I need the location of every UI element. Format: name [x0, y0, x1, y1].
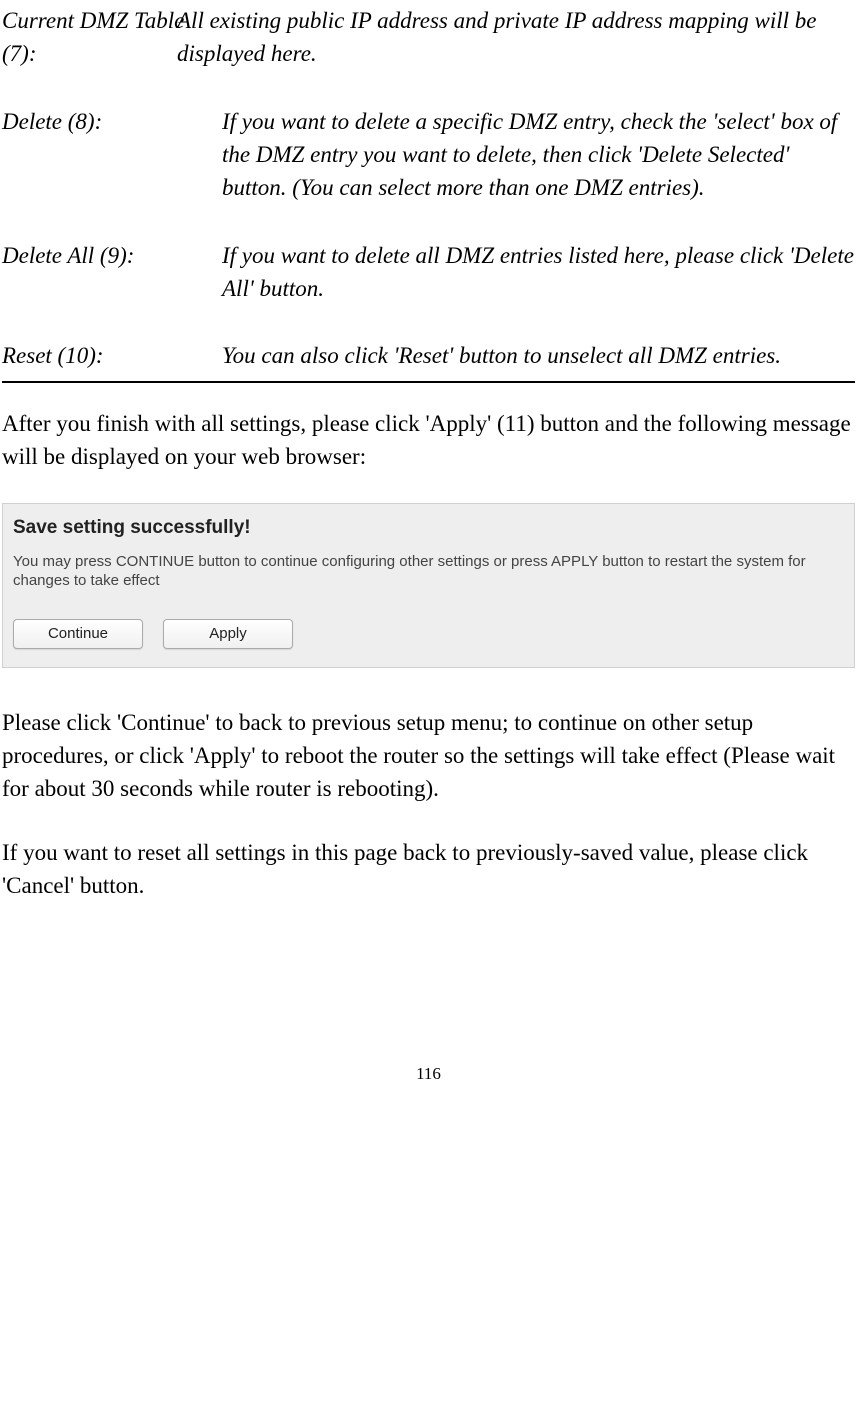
continue-button[interactable]: Continue	[13, 619, 143, 649]
definition-term: Delete (8):	[2, 105, 222, 138]
definition-description: You can also click 'Reset' button to uns…	[222, 339, 855, 372]
definition-reset: Reset (10): You can also click 'Reset' b…	[2, 339, 855, 372]
definition-term: Delete All (9):	[2, 239, 222, 272]
spacer	[2, 71, 855, 105]
definition-description: If you want to delete all DMZ entries li…	[222, 239, 855, 306]
spacer	[2, 305, 855, 339]
horizontal-rule	[2, 381, 855, 383]
screenshot-body-text: You may press CONTINUE button to continu…	[13, 552, 844, 591]
definition-term: Reset (10):	[2, 339, 222, 372]
continue-instruction-text: Please click 'Continue' to back to previ…	[2, 706, 855, 806]
apply-button[interactable]: Apply	[163, 619, 293, 649]
definitions-section: Current DMZ Table (7): All existing publ…	[2, 4, 855, 373]
cancel-instruction-text: If you want to reset all settings in thi…	[2, 836, 855, 903]
term-text: Current DMZ Table (7):	[2, 8, 184, 66]
screenshot-button-row: Continue Apply	[13, 619, 844, 649]
definition-delete-all: Delete All (9): If you want to delete al…	[2, 239, 855, 306]
definition-description: All existing public IP address and priva…	[177, 4, 855, 71]
definition-delete: Delete (8): If you want to delete a spec…	[2, 105, 855, 205]
apply-instruction-text: After you finish with all settings, plea…	[2, 407, 855, 474]
screenshot-title: Save setting successfully!	[13, 514, 844, 542]
spacer	[2, 205, 855, 239]
save-success-screenshot: Save setting successfully! You may press…	[2, 503, 855, 667]
definition-description: If you want to delete a specific DMZ ent…	[222, 105, 855, 205]
page-number: 116	[2, 1062, 855, 1087]
definition-current-dmz-table: Current DMZ Table (7): All existing publ…	[2, 4, 855, 71]
